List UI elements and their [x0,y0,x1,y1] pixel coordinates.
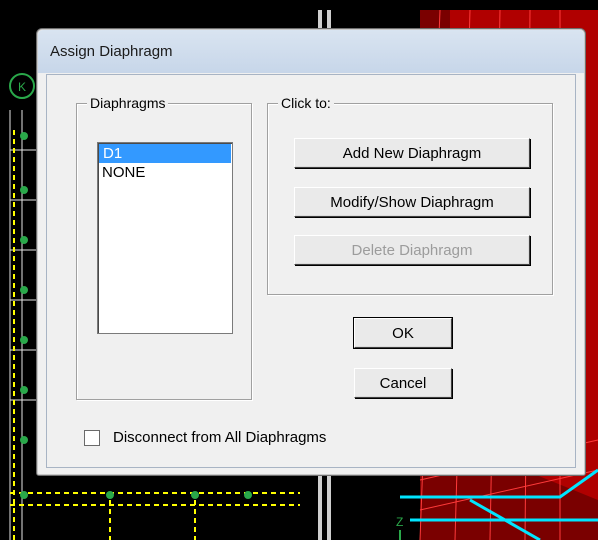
disconnect-checkbox[interactable] [84,430,100,446]
grid-bubble-label: K [18,80,26,94]
dialog-titlebar[interactable]: Assign Diaphragm [38,30,584,73]
click-to-group-label: Click to: [278,95,334,111]
modify-show-diaphragm-button[interactable]: Modify/Show Diaphragm [294,187,530,217]
disconnect-label[interactable]: Disconnect from All Diaphragms [113,429,326,446]
axis-label: Z [396,515,403,529]
ok-button[interactable]: OK [354,318,452,348]
diaphragms-group: Diaphragms D1 NONE [76,95,252,400]
list-item-d1[interactable]: D1 [99,144,231,163]
add-new-diaphragm-button[interactable]: Add New Diaphragm [294,138,530,168]
assign-diaphragm-dialog: Assign Diaphragm Diaphragms D1 NONE Clic… [36,28,586,476]
dialog-body: Diaphragms D1 NONE Click to: Add New Dia… [46,74,576,468]
delete-diaphragm-button: Delete Diaphragm [294,235,530,265]
diaphragms-listbox[interactable]: D1 NONE [97,142,233,334]
diaphragms-group-label: Diaphragms [87,95,169,111]
cancel-button[interactable]: Cancel [354,368,452,398]
click-to-group: Click to: Add New Diaphragm Modify/Show … [267,95,553,295]
list-item-none[interactable]: NONE [98,163,232,182]
dialog-title: Assign Diaphragm [50,43,173,60]
